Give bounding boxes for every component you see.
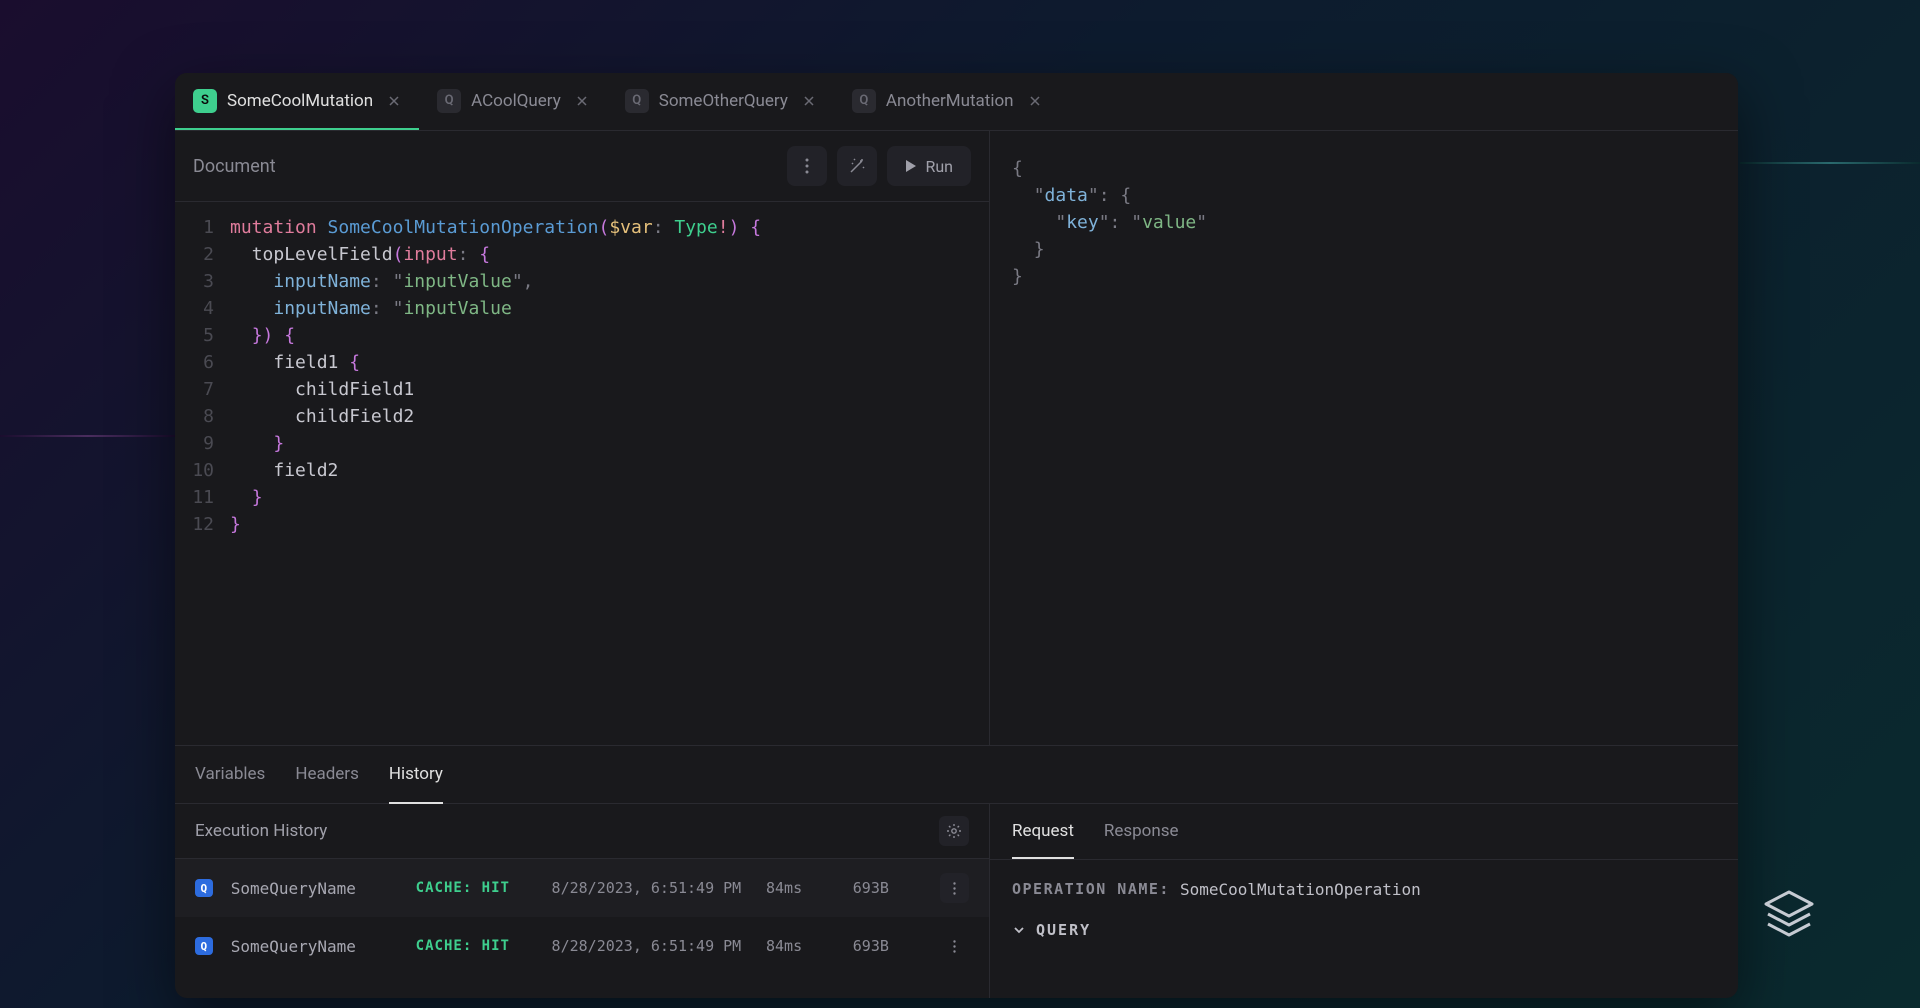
- line-number: 3: [175, 268, 230, 295]
- line-number: 9: [175, 430, 230, 457]
- decorative-line-left: [0, 435, 175, 437]
- close-icon[interactable]: [575, 94, 589, 108]
- tab-label: ACoolQuery: [471, 91, 561, 111]
- history-size: 693B: [853, 879, 922, 897]
- response-pane: { "data": { "key": "value" } }: [990, 131, 1738, 745]
- bottom-split: Execution History Q SomeQueryName CACHE:…: [175, 804, 1738, 998]
- history-timestamp: 8/28/2023, 6:51:49 PM: [552, 879, 748, 897]
- tab-acoolquery[interactable]: Q ACoolQuery: [419, 73, 607, 130]
- history-timestamp: 8/28/2023, 6:51:49 PM: [552, 937, 748, 955]
- history-row[interactable]: Q SomeQueryName CACHE: HIT 8/28/2023, 6:…: [175, 917, 989, 975]
- detail-pane: Request Response OPERATION NAME: SomeCoo…: [990, 804, 1738, 998]
- gear-icon: [946, 823, 962, 839]
- close-icon[interactable]: [1028, 94, 1042, 108]
- detail-tab-bar: Request Response: [990, 804, 1738, 860]
- line-number: 2: [175, 241, 230, 268]
- code-editor[interactable]: 1mutation SomeCoolMutationOperation($var…: [175, 201, 989, 745]
- history-duration: 84ms: [766, 879, 835, 897]
- history-duration: 84ms: [766, 937, 835, 955]
- line-number: 5: [175, 322, 230, 349]
- bottom-panel: Variables Headers History Execution Hist…: [175, 745, 1738, 998]
- tab-someotherquery[interactable]: Q SomeOtherQuery: [607, 73, 834, 130]
- history-name: SomeQueryName: [231, 937, 398, 956]
- tab-somecoolmutation[interactable]: S SomeCoolMutation: [175, 73, 419, 130]
- app-window: S SomeCoolMutation Q ACoolQuery Q SomeOt…: [175, 73, 1738, 998]
- history-title: Execution History: [195, 821, 327, 841]
- line-number: 7: [175, 376, 230, 403]
- row-menu-button[interactable]: [940, 940, 969, 953]
- tab-label: AnotherMutation: [886, 91, 1014, 111]
- query-label: QUERY: [1036, 921, 1091, 939]
- magic-wand-button[interactable]: [837, 146, 877, 186]
- operation-name-value: SomeCoolMutationOperation: [1180, 880, 1421, 899]
- tab-headers[interactable]: Headers: [295, 746, 359, 804]
- operation-name-label: OPERATION NAME:: [1012, 880, 1170, 899]
- query-badge: Q: [195, 879, 213, 897]
- tab-variables[interactable]: Variables: [195, 746, 265, 804]
- chevron-down-icon: [1012, 923, 1026, 937]
- main-split: Document Run 1mutation SomeCoolMutationO…: [175, 131, 1738, 745]
- line-number: 1: [175, 214, 230, 241]
- line-number: 6: [175, 349, 230, 376]
- bottom-tab-bar: Variables Headers History: [175, 746, 1738, 804]
- history-row[interactable]: Q SomeQueryName CACHE: HIT 8/28/2023, 6:…: [175, 859, 989, 917]
- settings-button[interactable]: [939, 816, 969, 846]
- section-label: Document: [193, 156, 276, 177]
- tab-response[interactable]: Response: [1104, 805, 1179, 859]
- line-number: 8: [175, 403, 230, 430]
- more-menu-button[interactable]: [787, 146, 827, 186]
- tab-label: SomeOtherQuery: [659, 91, 788, 111]
- tab-bar: S SomeCoolMutation Q ACoolQuery Q SomeOt…: [175, 73, 1738, 131]
- history-pane: Execution History Q SomeQueryName CACHE:…: [175, 804, 990, 998]
- editor-pane: Document Run 1mutation SomeCoolMutationO…: [175, 131, 990, 745]
- tab-badge: Q: [437, 89, 461, 113]
- tab-request[interactable]: Request: [1012, 805, 1074, 859]
- history-name: SomeQueryName: [231, 879, 398, 898]
- tab-badge: Q: [852, 89, 876, 113]
- cache-status: CACHE: HIT: [416, 938, 534, 954]
- tab-badge: Q: [625, 89, 649, 113]
- play-icon: [905, 159, 917, 173]
- tab-label: SomeCoolMutation: [227, 91, 373, 111]
- history-list: Q SomeQueryName CACHE: HIT 8/28/2023, 6:…: [175, 859, 989, 975]
- tab-history[interactable]: History: [389, 746, 443, 804]
- detail-body: OPERATION NAME: SomeCoolMutationOperatio…: [990, 860, 1738, 959]
- row-menu-button[interactable]: [940, 873, 969, 903]
- line-number: 11: [175, 484, 230, 511]
- line-number: 4: [175, 295, 230, 322]
- close-icon[interactable]: [387, 94, 401, 108]
- line-number: 12: [175, 511, 230, 538]
- editor-toolbar: Document Run: [175, 131, 989, 201]
- query-badge: Q: [195, 937, 213, 955]
- tab-badge: S: [193, 89, 217, 113]
- brand-logo-icon: [1758, 886, 1820, 948]
- run-label: Run: [925, 157, 953, 176]
- line-number: 10: [175, 457, 230, 484]
- tab-anothermutation[interactable]: Q AnotherMutation: [834, 73, 1060, 130]
- history-header: Execution History: [175, 804, 989, 859]
- close-icon[interactable]: [802, 94, 816, 108]
- history-size: 693B: [853, 937, 922, 955]
- query-toggle[interactable]: QUERY: [1012, 921, 1716, 939]
- decorative-line-right: [1740, 162, 1920, 164]
- cache-status: CACHE: HIT: [416, 880, 534, 896]
- run-button[interactable]: Run: [887, 146, 971, 186]
